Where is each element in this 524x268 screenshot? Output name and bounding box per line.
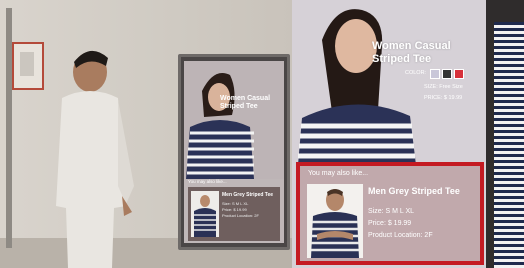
recommended-product-price: Price: $ 19.99 <box>368 220 412 227</box>
price-line: PRICE: $ 19.99 <box>424 95 463 101</box>
recommendation-heading: You may also like... <box>308 170 369 177</box>
small-recommend-heading: You may also like... <box>188 179 227 184</box>
recommendation-box[interactable]: You may also like... Men Grey Striped Te… <box>296 162 484 265</box>
size-line: SIZE: Free Size <box>424 84 463 90</box>
large-product-title: Women Casual Striped Tee <box>372 40 451 65</box>
small-recommend-size: Size: S M L XL <box>222 201 249 206</box>
small-mirror-screen: Women Casual Striped Tee You may also li… <box>184 61 284 243</box>
small-recommend-location: Product Location: 2F <box>222 213 259 218</box>
recommended-product-location: Product Location: 2F <box>368 232 433 239</box>
color-label: COLOR: <box>405 70 427 76</box>
small-recommend-name: Men Grey Striped Tee <box>222 192 274 198</box>
small-recommend-price: Price: $ 19.99 <box>222 207 247 212</box>
small-product-title: Women Casual Striped Tee <box>220 95 271 110</box>
small-mirror-woman-reflection <box>184 61 284 179</box>
color-swatch-red[interactable] <box>454 69 464 79</box>
man-standing <box>56 50 134 268</box>
small-recommend-card: Men Grey Striped Tee Size: S M L XL Pric… <box>188 187 280 241</box>
recommended-product-photo[interactable] <box>307 184 363 258</box>
man-in-striped-tee-image <box>307 184 363 258</box>
recommended-product-size: Size: S M L XL <box>368 208 415 215</box>
small-recommend-photo <box>191 191 219 237</box>
small-smart-mirror: Women Casual Striped Tee You may also li… <box>178 54 290 250</box>
recommended-product-name[interactable]: Men Grey Striped Tee <box>368 186 460 196</box>
color-swatch-black[interactable] <box>442 69 452 79</box>
striped-garment-on-rack <box>494 22 524 268</box>
color-swatch-lavender[interactable] <box>430 69 440 79</box>
